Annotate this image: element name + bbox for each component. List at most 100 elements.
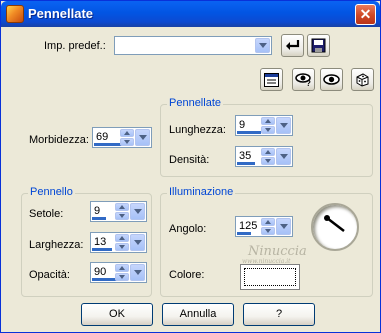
lunghezza-dropdown-button[interactable] [276,117,291,134]
angolo-dropdown-button[interactable] [276,218,291,235]
ok-button[interactable]: OK [81,303,153,326]
angle-needle-icon [324,215,345,232]
setole-spinbox[interactable]: 9 [90,201,147,222]
arrow-up-icon [124,131,130,135]
morbidezza-spinbox[interactable]: 69 [92,127,152,148]
larghezza-spinbox[interactable]: 13 [90,232,147,253]
opacita-value: 90 [94,266,107,278]
pennello-group-title: Pennello [28,186,75,198]
setole-arrows [115,203,129,220]
morbidezza-label: Morbidezza: [29,134,89,146]
eye-question-icon: ? [295,73,311,86]
densita-value: 35 [239,150,252,162]
densita-down-button[interactable] [261,157,275,165]
densita-arrows [261,148,275,165]
arrow-down-icon [124,140,130,144]
setole-up-button[interactable] [115,203,129,211]
angolo-spinbox[interactable]: 125 [235,216,293,237]
larghezza-arrows [115,234,129,251]
list-window-icon [264,72,279,87]
colore-label: Colore: [169,269,205,281]
opacita-spinbox[interactable]: 90 [90,262,147,283]
proof-toggle-button[interactable] [320,68,343,91]
arrow-down-icon [265,229,271,233]
morbidezza-arrows [120,129,134,146]
chevron-down-icon [279,123,288,128]
app-icon [6,5,24,23]
dialog-options-button[interactable] [260,68,283,91]
lunghezza-down-button[interactable] [261,126,275,134]
larghezza-dropdown-button[interactable] [130,234,145,251]
lunghezza-label: Lunghezza: [169,124,226,136]
arrow-up-icon [119,205,125,209]
lunghezza-up-button[interactable] [261,117,275,125]
return-arrow-icon [286,40,300,50]
chevron-down-icon [133,209,142,214]
pennellate-group-title: Pennellate [167,97,223,109]
randomize-button[interactable] [351,68,374,91]
densita-up-button[interactable] [261,148,275,156]
angolo-value: 125 [239,220,258,232]
help-button[interactable]: ? [243,303,315,326]
angolo-up-button[interactable] [261,218,275,226]
arrow-up-icon [119,236,125,240]
preset-dropdown-button[interactable] [255,38,270,53]
preset-combo[interactable] [114,36,272,55]
arrow-down-icon [265,128,271,132]
arrow-down-icon [265,159,271,163]
larghezza-underline [92,248,112,251]
densita-underline [237,162,255,165]
colore-swatch[interactable] [240,264,300,290]
densita-spinbox[interactable]: 35 [235,146,293,167]
chevron-down-icon [279,224,288,229]
colore-focus-rect [244,268,296,286]
setole-label: Setole: [29,208,64,220]
lunghezza-underline [237,131,261,134]
morbidezza-value: 69 [96,131,109,143]
watermark-line1: Ninuccia [248,244,307,259]
watermark: Ninuccia www.ninuccia.it [242,244,307,265]
opacita-arrows [115,264,129,281]
angolo-down-button[interactable] [261,227,275,235]
larghezza-down-button[interactable] [115,243,129,251]
cancel-button[interactable]: Annulla [162,303,234,326]
morbidezza-dropdown-button[interactable] [135,129,150,146]
angolo-underline [237,232,251,235]
opacita-down-button[interactable] [115,273,129,281]
arrow-up-icon [265,150,271,154]
title-bar[interactable]: Pennellate ✕ [1,1,380,27]
larghezza-value: 13 [94,236,107,248]
lunghezza-arrows [261,117,275,134]
arrow-up-icon [265,220,271,224]
lunghezza-value: 9 [239,119,246,131]
preview-on-image-button[interactable]: ? [292,68,315,91]
densita-label: Densità: [169,154,210,166]
morbidezza-up-button[interactable] [120,129,134,137]
preset-label: Imp. predef.: [44,40,106,52]
opacita-label: Opacità: [29,269,70,281]
setole-dropdown-button[interactable] [130,203,145,220]
dialog-window: Pennellate ✕ Imp. predef.: ? Morbidezza:… [0,0,381,333]
arrow-up-icon [265,119,271,123]
chevron-down-icon [133,270,142,275]
save-preset-button[interactable] [307,34,330,57]
angle-dial[interactable] [311,203,359,251]
larghezza-up-button[interactable] [115,234,129,242]
chevron-down-icon [258,43,267,48]
svg-text:?: ? [306,79,311,86]
arrow-down-icon [119,245,125,249]
opacita-up-button[interactable] [115,264,129,272]
close-button[interactable]: ✕ [355,4,376,25]
dice-icon [356,73,369,87]
densita-dropdown-button[interactable] [276,148,291,165]
setole-down-button[interactable] [115,212,129,220]
lunghezza-spinbox[interactable]: 9 [235,115,293,136]
reset-button[interactable] [281,34,304,57]
opacita-dropdown-button[interactable] [130,264,145,281]
chevron-down-icon [138,135,147,140]
arrow-down-icon [119,275,125,279]
setole-value: 9 [94,205,101,217]
setole-underline [92,217,106,220]
morbidezza-down-button[interactable] [120,138,134,146]
arrow-down-icon [119,214,125,218]
